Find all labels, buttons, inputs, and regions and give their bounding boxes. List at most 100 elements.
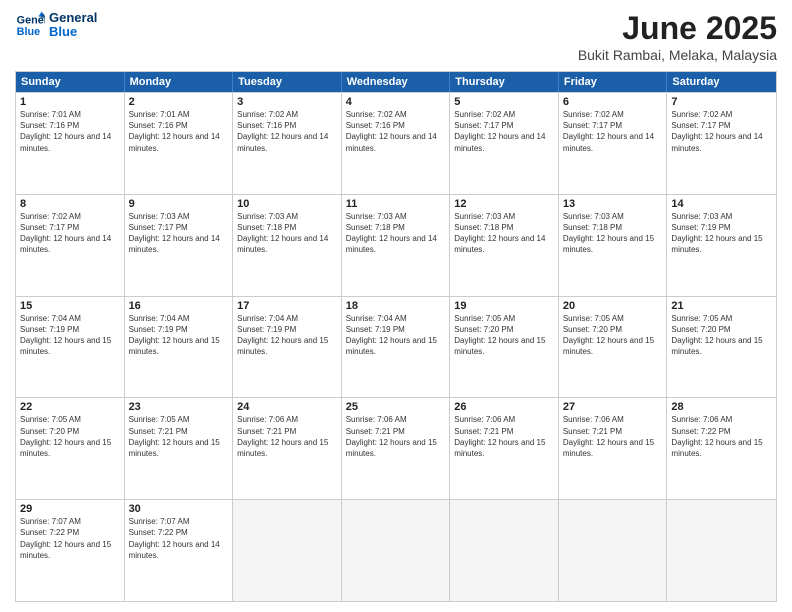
calendar-cell: 11Sunrise: 7:03 AMSunset: 7:18 PMDayligh… bbox=[342, 195, 451, 296]
calendar-cell bbox=[559, 500, 668, 601]
day-info: Sunrise: 7:02 AMSunset: 7:17 PMDaylight:… bbox=[563, 109, 663, 154]
calendar-cell: 7Sunrise: 7:02 AMSunset: 7:17 PMDaylight… bbox=[667, 93, 776, 194]
calendar-cell: 12Sunrise: 7:03 AMSunset: 7:18 PMDayligh… bbox=[450, 195, 559, 296]
calendar-body: 1Sunrise: 7:01 AMSunset: 7:16 PMDaylight… bbox=[16, 92, 776, 601]
calendar-cell: 20Sunrise: 7:05 AMSunset: 7:20 PMDayligh… bbox=[559, 297, 668, 398]
logo: General Blue General Blue bbox=[15, 10, 97, 40]
day-number: 18 bbox=[346, 300, 446, 312]
day-number: 20 bbox=[563, 300, 663, 312]
day-number: 8 bbox=[20, 198, 120, 210]
day-info: Sunrise: 7:03 AMSunset: 7:19 PMDaylight:… bbox=[671, 211, 772, 256]
calendar-cell: 2Sunrise: 7:01 AMSunset: 7:16 PMDaylight… bbox=[125, 93, 234, 194]
calendar-cell bbox=[233, 500, 342, 601]
day-number: 25 bbox=[346, 401, 446, 413]
svg-text:Blue: Blue bbox=[17, 26, 40, 38]
calendar-cell: 1Sunrise: 7:01 AMSunset: 7:16 PMDaylight… bbox=[16, 93, 125, 194]
calendar-cell: 30Sunrise: 7:07 AMSunset: 7:22 PMDayligh… bbox=[125, 500, 234, 601]
day-info: Sunrise: 7:06 AMSunset: 7:21 PMDaylight:… bbox=[454, 414, 554, 459]
calendar-cell: 13Sunrise: 7:03 AMSunset: 7:18 PMDayligh… bbox=[559, 195, 668, 296]
calendar: SundayMondayTuesdayWednesdayThursdayFrid… bbox=[15, 71, 777, 602]
day-info: Sunrise: 7:04 AMSunset: 7:19 PMDaylight:… bbox=[20, 313, 120, 358]
day-info: Sunrise: 7:05 AMSunset: 7:20 PMDaylight:… bbox=[454, 313, 554, 358]
day-info: Sunrise: 7:05 AMSunset: 7:20 PMDaylight:… bbox=[671, 313, 772, 358]
calendar-cell: 16Sunrise: 7:04 AMSunset: 7:19 PMDayligh… bbox=[125, 297, 234, 398]
day-info: Sunrise: 7:02 AMSunset: 7:17 PMDaylight:… bbox=[671, 109, 772, 154]
day-info: Sunrise: 7:03 AMSunset: 7:18 PMDaylight:… bbox=[346, 211, 446, 256]
day-header-thursday: Thursday bbox=[450, 72, 559, 92]
day-info: Sunrise: 7:05 AMSunset: 7:20 PMDaylight:… bbox=[20, 414, 120, 459]
month-title: June 2025 bbox=[578, 10, 777, 47]
day-number: 13 bbox=[563, 198, 663, 210]
calendar-cell: 10Sunrise: 7:03 AMSunset: 7:18 PMDayligh… bbox=[233, 195, 342, 296]
day-info: Sunrise: 7:04 AMSunset: 7:19 PMDaylight:… bbox=[346, 313, 446, 358]
day-number: 30 bbox=[129, 503, 229, 515]
day-info: Sunrise: 7:06 AMSunset: 7:21 PMDaylight:… bbox=[563, 414, 663, 459]
calendar-week-2: 8Sunrise: 7:02 AMSunset: 7:17 PMDaylight… bbox=[16, 194, 776, 296]
calendar-cell: 5Sunrise: 7:02 AMSunset: 7:17 PMDaylight… bbox=[450, 93, 559, 194]
day-info: Sunrise: 7:02 AMSunset: 7:17 PMDaylight:… bbox=[20, 211, 120, 256]
day-info: Sunrise: 7:05 AMSunset: 7:20 PMDaylight:… bbox=[563, 313, 663, 358]
day-number: 29 bbox=[20, 503, 120, 515]
calendar-cell: 9Sunrise: 7:03 AMSunset: 7:17 PMDaylight… bbox=[125, 195, 234, 296]
calendar-cell: 27Sunrise: 7:06 AMSunset: 7:21 PMDayligh… bbox=[559, 398, 668, 499]
calendar-cell: 18Sunrise: 7:04 AMSunset: 7:19 PMDayligh… bbox=[342, 297, 451, 398]
day-number: 27 bbox=[563, 401, 663, 413]
day-number: 6 bbox=[563, 96, 663, 108]
day-info: Sunrise: 7:02 AMSunset: 7:17 PMDaylight:… bbox=[454, 109, 554, 154]
day-number: 21 bbox=[671, 300, 772, 312]
day-header-sunday: Sunday bbox=[16, 72, 125, 92]
day-number: 5 bbox=[454, 96, 554, 108]
calendar-cell: 21Sunrise: 7:05 AMSunset: 7:20 PMDayligh… bbox=[667, 297, 776, 398]
calendar-week-3: 15Sunrise: 7:04 AMSunset: 7:19 PMDayligh… bbox=[16, 296, 776, 398]
day-info: Sunrise: 7:04 AMSunset: 7:19 PMDaylight:… bbox=[237, 313, 337, 358]
day-info: Sunrise: 7:07 AMSunset: 7:22 PMDaylight:… bbox=[129, 516, 229, 561]
day-number: 9 bbox=[129, 198, 229, 210]
day-number: 7 bbox=[671, 96, 772, 108]
day-info: Sunrise: 7:03 AMSunset: 7:17 PMDaylight:… bbox=[129, 211, 229, 256]
calendar-cell: 17Sunrise: 7:04 AMSunset: 7:19 PMDayligh… bbox=[233, 297, 342, 398]
page: General Blue General Blue June 2025 Buki… bbox=[0, 0, 792, 612]
calendar-cell: 29Sunrise: 7:07 AMSunset: 7:22 PMDayligh… bbox=[16, 500, 125, 601]
logo-blue: Blue bbox=[49, 25, 97, 39]
day-info: Sunrise: 7:06 AMSunset: 7:22 PMDaylight:… bbox=[671, 414, 772, 459]
day-info: Sunrise: 7:03 AMSunset: 7:18 PMDaylight:… bbox=[563, 211, 663, 256]
calendar-cell: 22Sunrise: 7:05 AMSunset: 7:20 PMDayligh… bbox=[16, 398, 125, 499]
calendar-cell: 24Sunrise: 7:06 AMSunset: 7:21 PMDayligh… bbox=[233, 398, 342, 499]
calendar-cell bbox=[450, 500, 559, 601]
calendar-cell: 14Sunrise: 7:03 AMSunset: 7:19 PMDayligh… bbox=[667, 195, 776, 296]
day-number: 22 bbox=[20, 401, 120, 413]
calendar-cell: 28Sunrise: 7:06 AMSunset: 7:22 PMDayligh… bbox=[667, 398, 776, 499]
day-header-monday: Monday bbox=[125, 72, 234, 92]
logo-general: General bbox=[49, 11, 97, 25]
day-number: 15 bbox=[20, 300, 120, 312]
day-header-friday: Friday bbox=[559, 72, 668, 92]
calendar-week-4: 22Sunrise: 7:05 AMSunset: 7:20 PMDayligh… bbox=[16, 397, 776, 499]
calendar-cell: 25Sunrise: 7:06 AMSunset: 7:21 PMDayligh… bbox=[342, 398, 451, 499]
day-number: 19 bbox=[454, 300, 554, 312]
day-info: Sunrise: 7:03 AMSunset: 7:18 PMDaylight:… bbox=[454, 211, 554, 256]
day-number: 16 bbox=[129, 300, 229, 312]
day-info: Sunrise: 7:04 AMSunset: 7:19 PMDaylight:… bbox=[129, 313, 229, 358]
calendar-cell bbox=[342, 500, 451, 601]
calendar-cell: 23Sunrise: 7:05 AMSunset: 7:21 PMDayligh… bbox=[125, 398, 234, 499]
day-number: 12 bbox=[454, 198, 554, 210]
location-title: Bukit Rambai, Melaka, Malaysia bbox=[578, 47, 777, 63]
day-number: 14 bbox=[671, 198, 772, 210]
day-info: Sunrise: 7:01 AMSunset: 7:16 PMDaylight:… bbox=[20, 109, 120, 154]
logo-icon: General Blue bbox=[15, 10, 45, 40]
day-number: 26 bbox=[454, 401, 554, 413]
title-block: June 2025 Bukit Rambai, Melaka, Malaysia bbox=[578, 10, 777, 63]
calendar-cell bbox=[667, 500, 776, 601]
day-number: 28 bbox=[671, 401, 772, 413]
calendar-week-1: 1Sunrise: 7:01 AMSunset: 7:16 PMDaylight… bbox=[16, 92, 776, 194]
calendar-header: SundayMondayTuesdayWednesdayThursdayFrid… bbox=[16, 72, 776, 92]
header: General Blue General Blue June 2025 Buki… bbox=[15, 10, 777, 63]
day-number: 4 bbox=[346, 96, 446, 108]
day-info: Sunrise: 7:05 AMSunset: 7:21 PMDaylight:… bbox=[129, 414, 229, 459]
day-info: Sunrise: 7:03 AMSunset: 7:18 PMDaylight:… bbox=[237, 211, 337, 256]
day-info: Sunrise: 7:06 AMSunset: 7:21 PMDaylight:… bbox=[346, 414, 446, 459]
day-number: 17 bbox=[237, 300, 337, 312]
day-info: Sunrise: 7:01 AMSunset: 7:16 PMDaylight:… bbox=[129, 109, 229, 154]
calendar-cell: 8Sunrise: 7:02 AMSunset: 7:17 PMDaylight… bbox=[16, 195, 125, 296]
day-info: Sunrise: 7:06 AMSunset: 7:21 PMDaylight:… bbox=[237, 414, 337, 459]
